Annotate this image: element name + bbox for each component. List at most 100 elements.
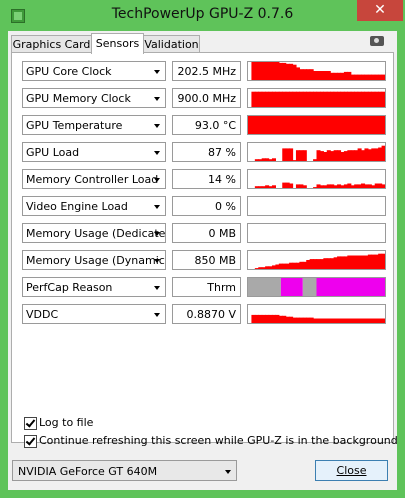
- camera-icon[interactable]: [370, 36, 384, 46]
- graph-bar: [299, 317, 304, 323]
- graph-bar: [337, 72, 342, 80]
- sensor-select[interactable]: GPU Memory Clock: [22, 88, 166, 108]
- graph-bar: [278, 62, 283, 80]
- graph-bar: [302, 91, 307, 107]
- graph-bar: [371, 74, 376, 80]
- sensor-row: Video Engine Load 0 %: [22, 196, 386, 218]
- graph-bar: [350, 150, 355, 161]
- graph-bar: [319, 116, 324, 134]
- tab-sensors[interactable]: Sensors: [91, 33, 144, 54]
- graph-bar: [306, 69, 311, 80]
- graph-bar: [282, 182, 287, 188]
- sensor-value: 14 %: [172, 169, 241, 189]
- graph-bar: [323, 318, 328, 323]
- graph-bar: [350, 185, 355, 188]
- close-button[interactable]: Close: [315, 460, 388, 481]
- graph-bar: [313, 259, 318, 269]
- graph-bar: [326, 258, 331, 269]
- title-bar[interactable]: TechPowerUp GPU-Z 0.7.6 ✕: [0, 0, 405, 31]
- sensor-value: 0 %: [172, 196, 241, 216]
- graph-bar: [313, 318, 318, 323]
- graph-bar: [316, 71, 321, 80]
- continue-refresh-checkbox[interactable]: [24, 435, 37, 448]
- sensor-row: Memory Controller Load 14 %: [22, 169, 386, 191]
- graph-bar: [251, 314, 256, 323]
- graph-bar: [289, 116, 294, 134]
- sensor-select[interactable]: Memory Usage (Dedicated): [22, 223, 166, 243]
- sensor-select[interactable]: PerfCap Reason: [22, 277, 166, 297]
- graph-bar: [364, 74, 369, 80]
- graph-bar: [367, 149, 372, 161]
- graph-bar: [330, 258, 335, 269]
- graph-bar: [378, 116, 383, 134]
- graph-bar: [254, 116, 259, 134]
- sensor-graph: [247, 196, 386, 216]
- graph-bar: [319, 318, 324, 323]
- sensor-row: GPU Memory Clock 900.0 MHz: [22, 88, 386, 110]
- sensor-label: Memory Controller Load: [26, 173, 159, 186]
- graph-bar: [306, 260, 311, 269]
- graph-bar: [261, 91, 266, 107]
- graph-bar: [333, 185, 338, 188]
- graph-bar: [343, 184, 348, 188]
- graph-bar: [357, 148, 362, 161]
- graph-bar: [378, 183, 383, 188]
- sensor-select[interactable]: Memory Controller Load: [22, 169, 166, 189]
- graph-bar: [258, 186, 263, 188]
- sensor-value: Thrm: [172, 277, 241, 297]
- graph-bar: [268, 159, 273, 161]
- graph-bar: [258, 267, 263, 269]
- graph-bar: [343, 151, 348, 161]
- graph-bar: [316, 318, 321, 323]
- graph-bar: [354, 150, 359, 161]
- graph-bar: [285, 116, 290, 134]
- chevron-down-icon: [154, 124, 160, 128]
- gpu-select-dropdown[interactable]: NVIDIA GeForce GT 640M: [12, 460, 237, 481]
- sensor-select[interactable]: GPU Load: [22, 142, 166, 162]
- graph-bar: [361, 91, 366, 107]
- graph-bar: [340, 152, 345, 161]
- sensor-select[interactable]: Memory Usage (Dynamic): [22, 250, 166, 270]
- sensor-select[interactable]: Video Engine Load: [22, 196, 166, 216]
- graph-bar: [378, 91, 383, 107]
- sensor-select[interactable]: GPU Core Clock: [22, 61, 166, 81]
- graph-bar: [326, 184, 331, 188]
- sensor-label: VDDC: [26, 308, 59, 321]
- graph-bar: [316, 150, 321, 161]
- graph-bar: [357, 255, 362, 269]
- graph-bar: [374, 254, 379, 269]
- graph-bar: [319, 91, 324, 107]
- sensor-select[interactable]: GPU Temperature: [22, 115, 166, 135]
- graph-bar: [326, 116, 331, 134]
- log-to-file-label: Log to file: [39, 416, 94, 429]
- sensor-graph: [247, 88, 386, 108]
- graph-bar: [374, 116, 379, 134]
- graph-bar: [275, 62, 280, 80]
- graph-bar: [350, 91, 355, 107]
- graph-bar: [333, 150, 338, 161]
- log-to-file-checkbox[interactable]: [24, 417, 37, 430]
- graph-bar: [309, 317, 314, 323]
- graph-bar: [275, 91, 280, 107]
- sensor-label: GPU Temperature: [26, 119, 123, 132]
- graph-bar: [340, 116, 345, 134]
- graph-bar: [323, 71, 328, 80]
- window-content: Graphics Card Sensors Validation GPU Cor…: [8, 31, 398, 490]
- graph-bar: [357, 74, 362, 80]
- graph-bar: [364, 91, 369, 107]
- sensor-select[interactable]: VDDC: [22, 304, 166, 324]
- sensor-graph: [247, 223, 386, 243]
- graph-bar: [330, 72, 335, 80]
- graph-bar: [268, 266, 273, 269]
- graph-bar: [306, 317, 311, 323]
- graph-bar: [275, 314, 280, 323]
- tab-graphics-card[interactable]: Graphics Card: [11, 35, 92, 53]
- window-close-button[interactable]: ✕: [357, 0, 403, 21]
- graph-bar: [364, 255, 369, 269]
- graph-bar: [299, 150, 304, 161]
- tab-validation[interactable]: Validation: [143, 35, 200, 53]
- graph-bar: [278, 116, 283, 134]
- sensor-label: Memory Usage (Dynamic): [26, 254, 166, 267]
- graph-bar: [381, 318, 385, 323]
- graph-bar: [313, 187, 318, 188]
